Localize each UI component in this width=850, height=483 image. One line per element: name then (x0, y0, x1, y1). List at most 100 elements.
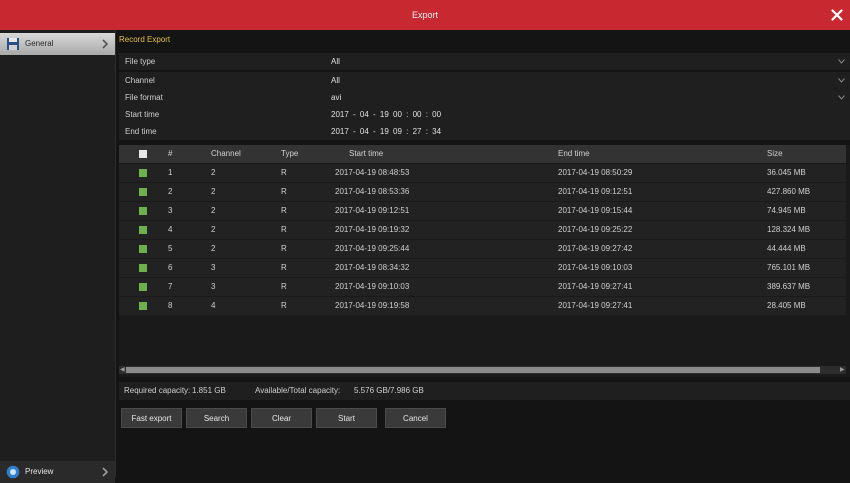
row-start-time: 2017-04-19 09:19:32 (335, 225, 410, 234)
chevron-down-icon[interactable] (838, 59, 845, 64)
row-channel: 2 (211, 244, 216, 253)
row-size: 28.405 MB (767, 301, 806, 310)
file-type-label: File type (125, 57, 156, 66)
scroll-left-icon[interactable]: ◀ (120, 367, 125, 373)
available-capacity-value: 5.576 GB/7.986 GB (354, 386, 424, 395)
horizontal-scrollbar[interactable]: ◀ ▶ (119, 366, 846, 374)
row-start-time: 2017-04-19 09:19:58 (335, 301, 410, 310)
row-type: R (281, 301, 287, 310)
file-format-label: File format (125, 93, 163, 102)
row-number: 5 (168, 244, 173, 253)
close-icon[interactable] (831, 9, 843, 21)
row-type: R (281, 244, 287, 253)
floppy-disk-icon (7, 38, 19, 50)
channel-select[interactable]: All (331, 72, 340, 89)
row-start-time: 2017-04-19 08:53:36 (335, 187, 410, 196)
chevron-down-icon[interactable] (838, 95, 845, 100)
start-time-row[interactable]: Start time 2017 - 04 - 19 00 : 00 : 00 (119, 106, 850, 123)
row-number: 4 (168, 225, 173, 234)
end-time-row[interactable]: End time 2017 - 04 - 19 09 : 27 : 34 (119, 123, 850, 140)
row-type: R (281, 263, 287, 272)
row-end-time: 2017-04-19 09:25:22 (558, 225, 633, 234)
table-row[interactable]: 8 4 R 2017-04-19 09:19:58 2017-04-19 09:… (119, 297, 846, 315)
start-time-label: Start time (125, 110, 160, 119)
row-end-time: 2017-04-19 09:15:44 (558, 206, 633, 215)
sidebar-item-preview[interactable]: Preview (0, 461, 115, 483)
table-row[interactable]: 2 2 R 2017-04-19 08:53:36 2017-04-19 09:… (119, 183, 846, 201)
row-end-time: 2017-04-19 09:12:51 (558, 187, 633, 196)
row-end-time: 2017-04-19 09:27:41 (558, 282, 633, 291)
row-start-time: 2017-04-19 09:12:51 (335, 206, 410, 215)
row-checkbox[interactable] (139, 264, 147, 272)
row-number: 2 (168, 187, 173, 196)
record-table: # Channel Type Start time End time Size … (119, 145, 850, 377)
row-size: 128.324 MB (767, 225, 811, 234)
row-size: 36.045 MB (767, 168, 806, 177)
row-size: 427.860 MB (767, 187, 811, 196)
scrollbar-thumb[interactable] (126, 367, 820, 373)
file-type-row[interactable]: File type All (119, 53, 850, 70)
row-type: R (281, 282, 287, 291)
row-start-time: 2017-04-19 09:25:44 (335, 244, 410, 253)
available-capacity-label: Available/Total capacity: (255, 386, 341, 395)
row-start-time: 2017-04-19 09:10:03 (335, 282, 410, 291)
scroll-right-icon[interactable]: ▶ (840, 367, 845, 373)
row-checkbox[interactable] (139, 245, 147, 253)
row-checkbox[interactable] (139, 169, 147, 177)
row-checkbox[interactable] (139, 226, 147, 234)
sidebar: General Preview (0, 30, 116, 483)
sidebar-item-label: General (25, 39, 54, 48)
row-number: 1 (168, 168, 173, 177)
start-button[interactable]: Start (316, 408, 377, 428)
file-format-select[interactable]: avi (331, 89, 341, 106)
row-checkbox[interactable] (139, 207, 147, 215)
chevron-right-icon (102, 39, 109, 49)
table-row[interactable]: 7 3 R 2017-04-19 09:10:03 2017-04-19 09:… (119, 278, 846, 296)
row-channel: 2 (211, 168, 216, 177)
select-all-checkbox[interactable] (139, 150, 147, 158)
chevron-down-icon[interactable] (838, 78, 845, 83)
row-channel: 2 (211, 206, 216, 215)
search-button[interactable]: Search (186, 408, 247, 428)
row-checkbox[interactable] (139, 302, 147, 310)
row-channel: 4 (211, 301, 216, 310)
start-time-input[interactable]: 2017 - 04 - 19 00 : 00 : 00 (331, 106, 441, 123)
row-type: R (281, 187, 287, 196)
col-number: # (168, 149, 173, 158)
row-type: R (281, 225, 287, 234)
col-start-time: Start time (349, 149, 384, 158)
table-row[interactable]: 3 2 R 2017-04-19 09:12:51 2017-04-19 09:… (119, 202, 846, 220)
channel-label: Channel (125, 76, 155, 85)
end-time-label: End time (125, 127, 157, 136)
row-end-time: 2017-04-19 09:27:42 (558, 244, 633, 253)
title-bar: Export (0, 0, 850, 30)
table-row[interactable]: 5 2 R 2017-04-19 09:25:44 2017-04-19 09:… (119, 240, 846, 258)
cancel-button[interactable]: Cancel (385, 408, 446, 428)
capacity-bar: Required capacity: 1.851 GB Available/To… (119, 382, 850, 400)
end-time-input[interactable]: 2017 - 04 - 19 09 : 27 : 34 (331, 123, 441, 140)
row-size: 74.945 MB (767, 206, 806, 215)
col-end-time: End time (558, 149, 590, 158)
row-end-time: 2017-04-19 08:50:29 (558, 168, 633, 177)
col-size: Size (767, 149, 783, 158)
window-title: Export (411, 10, 438, 20)
channel-row[interactable]: Channel All (119, 72, 850, 89)
file-type-select[interactable]: All (331, 53, 340, 70)
row-channel: 2 (211, 187, 216, 196)
clear-button[interactable]: Clear (251, 408, 312, 428)
chevron-right-icon (102, 467, 109, 477)
fast-export-button[interactable]: Fast export (121, 408, 182, 428)
row-size: 765.101 MB (767, 263, 811, 272)
table-row[interactable]: 4 2 R 2017-04-19 09:19:32 2017-04-19 09:… (119, 221, 846, 239)
table-header: # Channel Type Start time End time Size (119, 145, 846, 163)
row-checkbox[interactable] (139, 188, 147, 196)
row-checkbox[interactable] (139, 283, 147, 291)
row-type: R (281, 168, 287, 177)
row-size: 389.637 MB (767, 282, 811, 291)
sidebar-item-general[interactable]: General (0, 33, 115, 55)
table-row[interactable]: 1 2 R 2017-04-19 08:48:53 2017-04-19 08:… (119, 164, 846, 182)
table-row[interactable]: 6 3 R 2017-04-19 08:34:32 2017-04-19 09:… (119, 259, 846, 277)
row-number: 7 (168, 282, 173, 291)
col-type: Type (281, 149, 299, 158)
file-format-row[interactable]: File format avi (119, 89, 850, 106)
